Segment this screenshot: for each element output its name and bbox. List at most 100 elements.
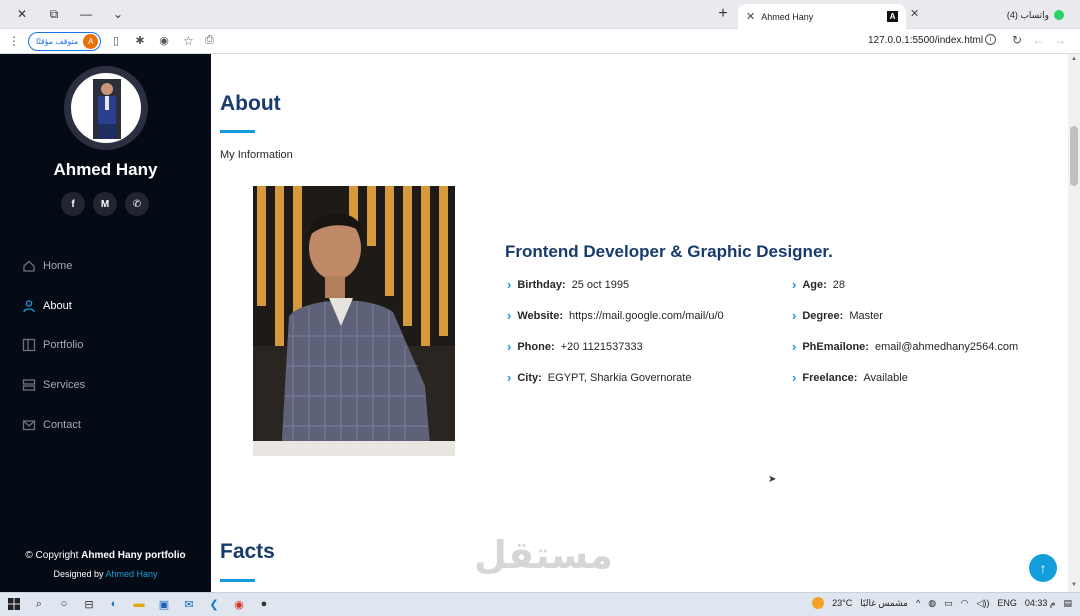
profile-pill[interactable]: متوقف مؤقتًا A [28,32,102,51]
windows-taskbar: ⌕ ○ ⊟ ◐ ▬ ▣ ✉ ❮ ◉ ● 23°C مشمس غالبًا ^ ◍… [0,592,1080,616]
angular-favicon-icon: A [887,11,898,22]
close-tab-icon[interactable]: ✕ [910,7,919,20]
info-label: Birthday: [517,278,566,291]
cortana-icon[interactable]: ○ [56,596,72,612]
facebook-icon[interactable]: f [61,192,85,216]
sidebar-item-portfolio[interactable]: Portfolio [22,325,85,365]
tab-title: (4) واتساب [1006,9,1049,20]
navigation-buttons: ↻ ← → [1012,33,1066,47]
temperature[interactable]: 23°C [832,598,852,608]
address-bar: ⋮ متوقف مؤقتًا A ▯ ✱ ◉ ☆ ⎙ 127.0.0.1:550… [0,29,1080,54]
mail-icon[interactable]: ✉ [181,596,197,612]
file-explorer-icon[interactable]: ▬ [131,596,147,612]
clock[interactable]: 04:33 م [1025,598,1056,609]
app-icon[interactable]: ● [256,596,272,612]
bookmark-star-icon[interactable]: ☆ [183,34,194,48]
home-icon [22,259,36,273]
section-subtitle: My Information [220,149,293,161]
weather-text[interactable]: مشمس غالبًا [860,598,908,609]
install-app-icon[interactable]: ⎙ [205,34,214,47]
info-value: 28 [832,278,846,291]
browser-tab-bar: ✕ ⧉ — ⌄ + ✕ Ahmed Hany A ✕ (4) واتساب [0,0,1080,29]
info-label: PhEmailone: [802,340,869,353]
site-info-icon[interactable]: i [985,34,996,45]
chevron-right-icon: › [507,370,512,385]
new-tab-button[interactable]: + [713,5,733,23]
wifi-icon[interactable]: ◠ [961,598,969,609]
close-tab-icon[interactable]: ✕ [746,10,755,23]
page-scrollbar[interactable]: ▲ ▼ [1068,54,1080,592]
sidebar: Ahmed Hany f M ✆ Home About Portfolio Se… [0,54,211,592]
scroll-up-arrow-icon[interactable]: ▲ [1071,56,1077,62]
whatsapp-favicon-icon [1054,10,1064,20]
store-icon[interactable]: ▣ [156,596,172,612]
watermark-arabic: مستقل [474,535,613,577]
sidebar-item-home[interactable]: Home [22,246,85,286]
toolbar-icons: ▯ ✱ ◉ [110,34,170,47]
profile-avatar: A [83,34,99,49]
whatsapp-icon[interactable]: ✆ [125,192,149,216]
tab-inactive[interactable]: (4) واتساب [930,4,1076,26]
language-indicator[interactable]: ENG [997,598,1017,608]
tab-search-button[interactable]: ⌄ [102,4,134,24]
info-degree: › Degree: Master [792,308,883,323]
back-to-top-button[interactable]: ↑ [1029,554,1057,582]
chevron-right-icon: › [507,339,512,354]
scrollbar-thumb[interactable] [1070,126,1078,186]
chrome-icon[interactable]: ◉ [231,596,247,612]
edge-icon[interactable]: ◐ [106,596,122,612]
task-view-icon[interactable]: ⊟ [81,596,97,612]
restore-window-button[interactable]: ⧉ [38,4,70,24]
section-title-about: About [220,92,281,115]
tray-chevron-icon[interactable]: ^ [916,598,920,608]
info-email: › PhEmailone: email@ahmedhany2564.com [792,339,1018,354]
sidepanel-icon[interactable]: ▯ [110,34,122,47]
windows-start-icon[interactable] [6,596,22,612]
profile-person-figure [93,79,121,139]
sidebar-item-contact[interactable]: Contact [22,405,85,445]
info-label: City: [517,371,542,384]
info-value: Master [849,309,883,322]
chevron-right-icon: › [507,308,512,323]
info-label: Website: [517,309,563,322]
chevron-right-icon: › [792,339,797,354]
volume-icon[interactable]: ◁)) [976,598,989,609]
mouse-cursor-icon: ➤ [768,474,777,485]
info-label: Age: [802,278,827,291]
info-label: Freelance: [802,371,858,384]
section-title-underline [220,130,255,133]
info-age: › Age: 28 [792,277,845,292]
info-value: EGYPT, Sharkia Governorate [547,371,692,384]
extensions-icon[interactable]: ✱ [134,34,146,47]
info-phone: › Phone: +20 1121537333 [507,339,643,354]
search-icon[interactable]: ⌕ [31,596,47,612]
profile-avatar-image [64,66,148,150]
back-arrow-icon[interactable]: ← [1032,33,1044,47]
sidebar-item-label: About [43,299,72,312]
scroll-down-arrow-icon[interactable]: ▼ [1071,582,1077,588]
sidebar-item-about[interactable]: About [22,286,85,326]
tab-active[interactable]: ✕ Ahmed Hany A [738,4,906,29]
vscode-icon[interactable]: ❮ [206,596,222,612]
sidebar-item-label: Home [43,259,73,272]
notifications-icon[interactable]: ▤ [1063,598,1072,609]
credits-link[interactable]: Ahmed Hany [106,569,158,579]
minimize-window-button[interactable]: — [70,4,102,24]
gmail-icon[interactable]: M [93,192,117,216]
server-icon [22,378,36,392]
credits: Designed by Ahmed Hany [0,569,211,579]
sidebar-item-services[interactable]: Services [22,365,85,405]
menu-kebab-icon[interactable]: ⋮ [8,34,20,48]
info-city: › City: EGYPT, Sharkia Governorate [507,370,691,385]
main-content: About My Information Frontend Developer … [211,54,1068,592]
info-value: https://mail.google.com/mail/u/0 [568,309,724,322]
url-field[interactable]: 127.0.0.1:5500/index.html [868,35,983,46]
forward-arrow-icon[interactable]: → [1054,33,1066,47]
screenshot-icon[interactable]: ◉ [158,34,170,47]
info-website: › Website: https://mail.google.com/mail/… [507,308,724,323]
reload-icon[interactable]: ↻ [1012,33,1022,47]
battery-icon[interactable]: ▭ [944,598,953,609]
network-icon[interactable]: ◍ [928,598,936,609]
chevron-right-icon: › [792,370,797,385]
close-window-button[interactable]: ✕ [6,4,38,24]
